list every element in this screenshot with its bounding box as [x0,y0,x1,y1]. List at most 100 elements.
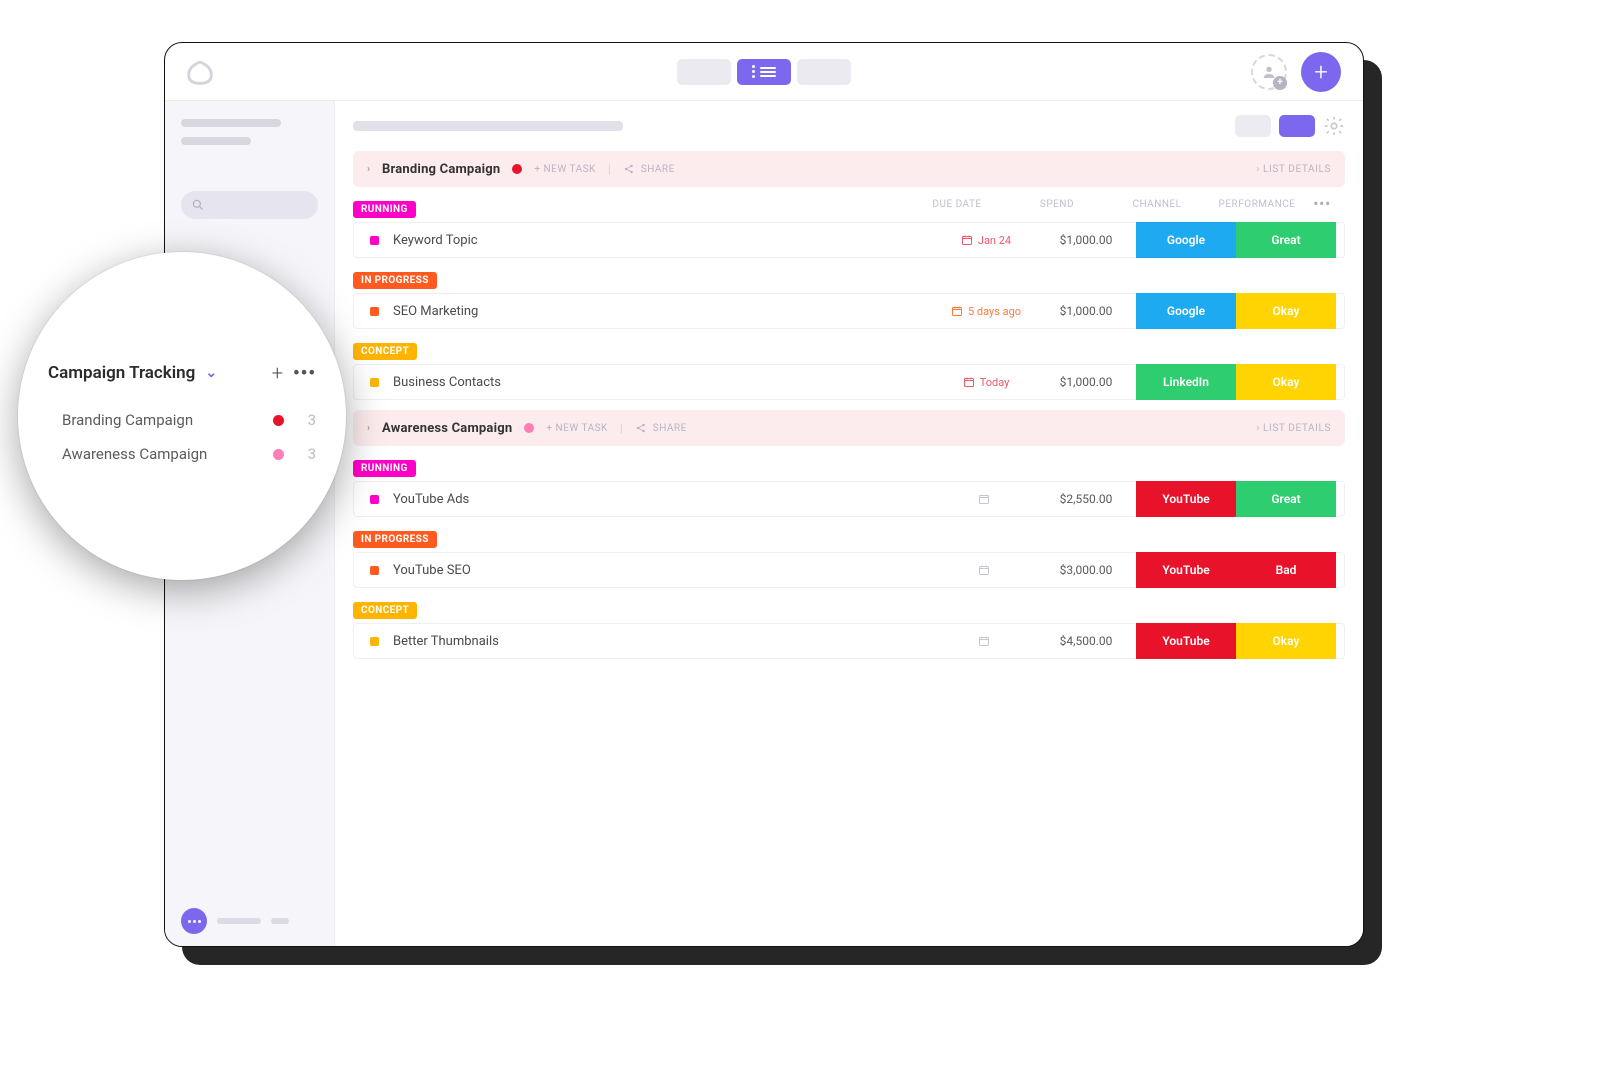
share-button[interactable]: SHARE [623,163,675,175]
search-input[interactable] [181,191,318,219]
task-spend: $2,550.00 [1036,492,1136,506]
subview-toggle[interactable] [1235,115,1271,137]
task-status-square [370,378,379,387]
calendar-icon [963,376,975,388]
task-performance-pill[interactable]: Okay [1236,364,1336,400]
task-row[interactable]: SEO Marketing5 days ago$1,000.00GoogleOk… [353,293,1345,329]
app-logo-icon [183,57,217,87]
task-status-square [370,637,379,646]
task-status-square [370,307,379,316]
task-spend: $3,000.00 [1036,563,1136,577]
list-color-dot [273,449,284,460]
chevron-down-icon[interactable]: ⌄ [205,365,217,381]
task-spend: $4,500.00 [1036,634,1136,648]
folder-more-button[interactable]: ••• [293,363,316,384]
task-channel-pill[interactable]: YouTube [1136,552,1236,588]
settings-icon[interactable] [1323,115,1345,137]
task-row[interactable]: Better Thumbnails$4,500.00YouTubeOkay [353,623,1345,659]
sidebar-list-label: Awareness Campaign [62,445,207,463]
status-section: CONCEPT Business ContactsToday$1,000.00Li… [353,339,1345,400]
calendar-icon [978,635,990,647]
status-section: IN PROGRESS SEO Marketing5 days ago$1,000… [353,268,1345,329]
subview-toggle-active[interactable] [1279,115,1315,137]
calendar-icon [951,305,963,317]
list-color-dot [524,423,534,433]
status-section: IN PROGRESS YouTube SEO $3,000.00YouTubeBa… [353,527,1345,588]
list-details-button[interactable]: › LIST DETAILS [1256,164,1331,175]
list-group-header[interactable]: ›Awareness Campaign+ NEW TASK| SHARE› LI… [353,410,1345,446]
status-chip[interactable]: CONCEPT [353,602,417,619]
new-task-button[interactable]: + NEW TASK [534,164,595,175]
calendar-icon [978,493,990,505]
task-due-date[interactable]: 5 days ago [936,305,1036,318]
task-channel-pill[interactable]: LinkedIn [1136,364,1236,400]
status-chip[interactable]: IN PROGRESS [353,272,437,289]
chat-icon [181,908,207,934]
task-due-date[interactable]: Today [936,376,1036,389]
status-section: RUNNING DUE DATESPENDCHANNELPERFORMANCE••… [353,197,1345,258]
sidebar-list-label: Branding Campaign [62,411,193,429]
task-due-date[interactable] [936,564,1036,576]
task-status-square [370,236,379,245]
col-performance: PERFORMANCE [1207,199,1307,210]
status-chip[interactable]: IN PROGRESS [353,531,437,548]
list-group-header[interactable]: ›Branding Campaign+ NEW TASK| SHARE› LIS… [353,151,1345,187]
create-new-button[interactable]: + [1301,52,1341,92]
chat-button[interactable] [181,908,318,934]
task-due-date[interactable]: Jan 24 [936,234,1036,247]
view-switcher-option[interactable] [797,59,851,85]
task-name: YouTube SEO [393,563,936,578]
main-header [353,115,1345,137]
add-list-button[interactable]: + [272,361,283,385]
task-channel-pill[interactable]: YouTube [1136,623,1236,659]
app-window: + + [164,42,1364,947]
invite-user-button[interactable]: + [1251,54,1287,90]
list-group-title: Branding Campaign [382,162,500,177]
task-channel-pill[interactable]: YouTube [1136,481,1236,517]
task-performance-pill[interactable]: Bad [1236,552,1336,588]
status-section: RUNNING YouTube Ads $2,550.00YouTubeGreat [353,456,1345,517]
list-color-dot [512,164,522,174]
task-name: SEO Marketing [393,304,936,319]
column-headers: DUE DATESPENDCHANNELPERFORMANCE••• [907,199,1337,210]
task-due-date[interactable] [936,493,1036,505]
sidebar-placeholder [181,119,281,127]
calendar-icon [978,564,990,576]
share-button[interactable]: SHARE [635,422,687,434]
sidebar-list-item[interactable]: Awareness Campaign3 [48,437,316,471]
topbar: + + [165,43,1363,101]
list-details-button[interactable]: › LIST DETAILS [1256,423,1331,434]
columns-more-button[interactable]: ••• [1307,199,1337,210]
new-task-button[interactable]: + NEW TASK [546,423,607,434]
task-channel-pill[interactable]: Google [1136,293,1236,329]
zoom-folder-title[interactable]: Campaign Tracking [48,363,195,383]
sidebar-placeholder [181,137,251,145]
task-performance-pill[interactable]: Great [1236,222,1336,258]
list-color-dot [273,415,284,426]
status-chip[interactable]: CONCEPT [353,343,417,360]
view-switcher-list-active[interactable] [737,59,791,85]
task-status-square [370,495,379,504]
main-content: ›Branding Campaign+ NEW TASK| SHARE› LIS… [335,101,1363,946]
status-chip[interactable]: RUNNING [353,460,416,477]
task-row[interactable]: Business ContactsToday$1,000.00LinkedInO… [353,364,1345,400]
view-switcher-option[interactable] [677,59,731,85]
calendar-icon [961,234,973,246]
task-channel-pill[interactable]: Google [1136,222,1236,258]
sidebar-list-item[interactable]: Branding Campaign 3 [48,403,316,437]
task-row[interactable]: YouTube SEO $3,000.00YouTubeBad [353,552,1345,588]
list-task-count: 3 [296,411,316,429]
plus-badge-icon: + [1273,76,1287,90]
task-due-date[interactable] [936,635,1036,647]
task-name: YouTube Ads [393,492,936,507]
task-performance-pill[interactable]: Okay [1236,293,1336,329]
task-row[interactable]: YouTube Ads $2,550.00YouTubeGreat [353,481,1345,517]
status-chip[interactable]: RUNNING [353,201,416,218]
task-performance-pill[interactable]: Great [1236,481,1336,517]
chevron-right-icon: › [367,423,370,434]
col-channel: CHANNEL [1107,199,1207,210]
sidebar-placeholder [271,918,289,924]
sidebar-zoom-overlay: Campaign Tracking ⌄ + ••• Branding Campa… [18,252,346,580]
task-row[interactable]: Keyword TopicJan 24$1,000.00GoogleGreat [353,222,1345,258]
task-performance-pill[interactable]: Okay [1236,623,1336,659]
